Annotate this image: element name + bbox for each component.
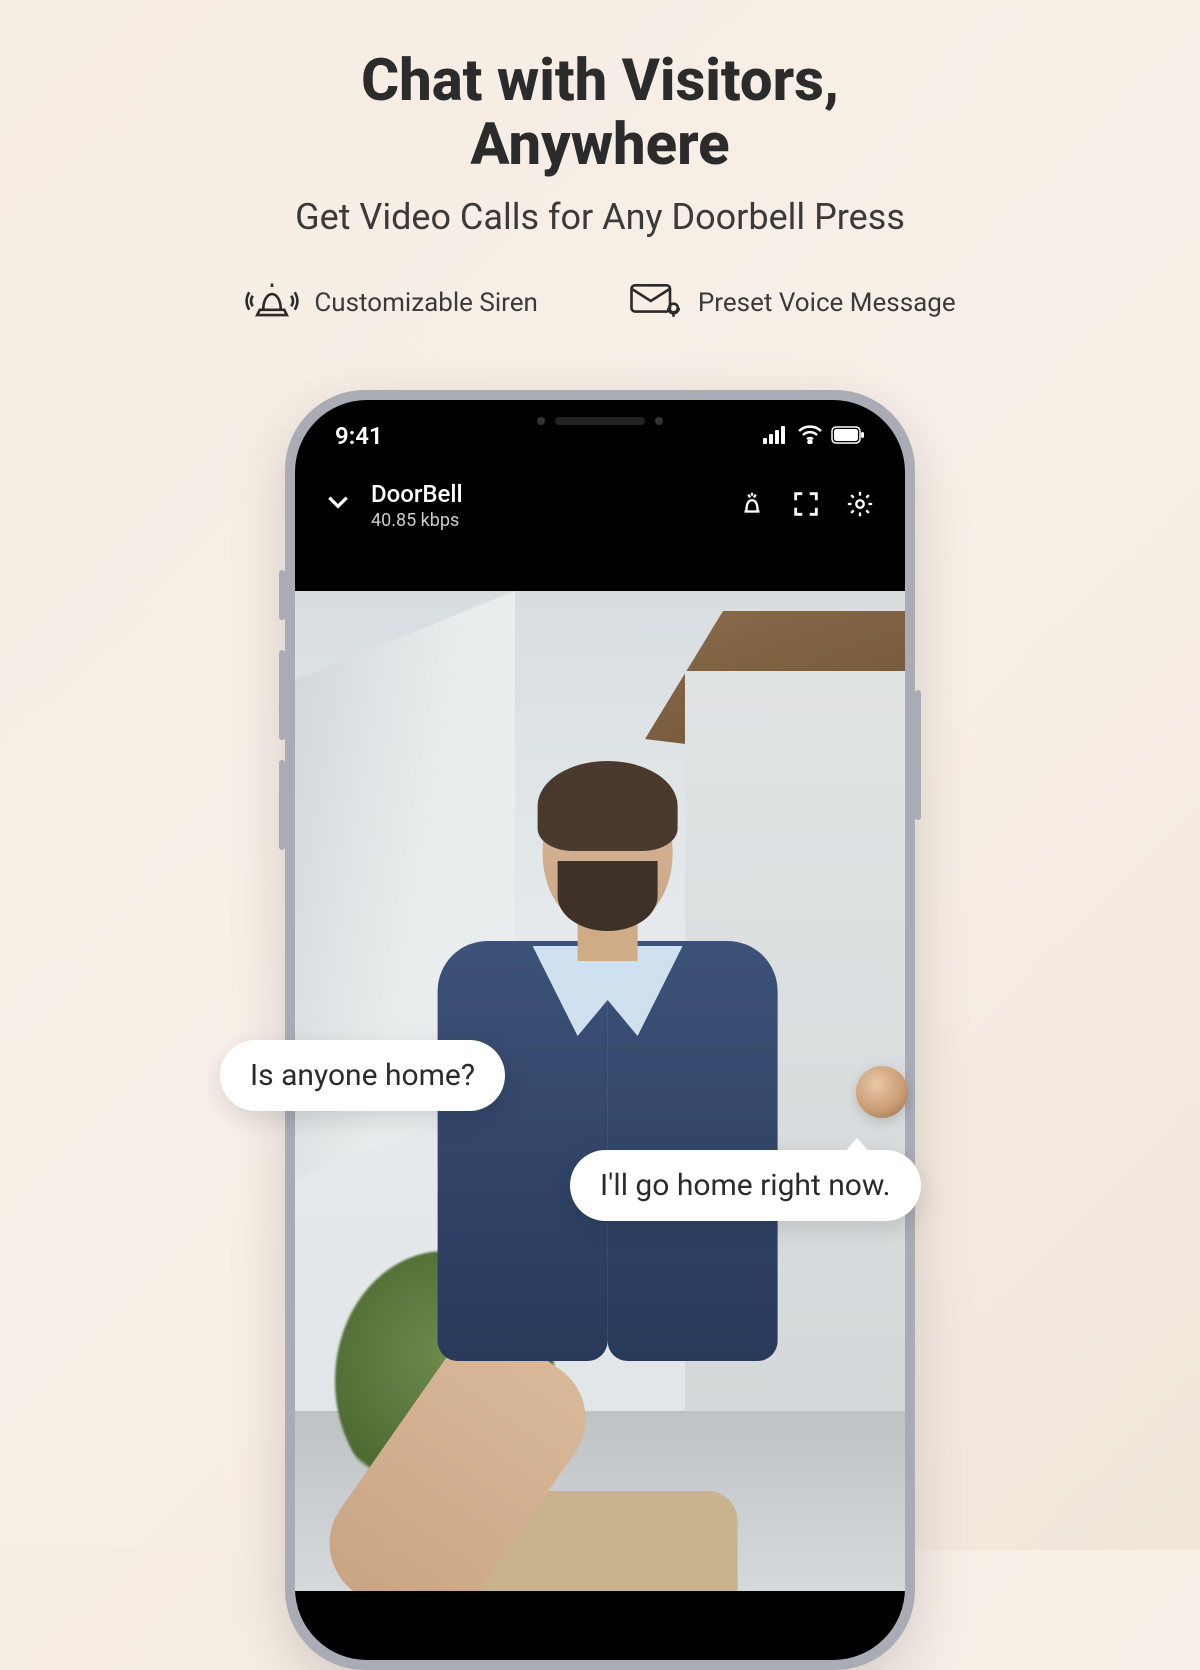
feature-voice-label: Preset Voice Message [698, 288, 956, 318]
feature-row: Customizable Siren Preset Voice Message [0, 278, 1200, 328]
siren-icon [244, 278, 300, 328]
phone-volume-up [279, 650, 285, 740]
hero-title: Chat with Visitors, Anywhere [0, 50, 1200, 178]
device-title: DoorBell [371, 480, 737, 508]
fullscreen-button[interactable] [791, 489, 821, 523]
phone-volume-down [279, 760, 285, 850]
feature-voice: Preset Voice Message [628, 278, 956, 328]
cellular-icon [763, 422, 789, 450]
siren-toggle-button[interactable] [737, 489, 767, 523]
phone-mute-switch [279, 570, 285, 620]
battery-icon [831, 422, 865, 450]
app-header: DoorBell 40.85 kbps [295, 450, 905, 551]
chat-bubble-visitor: Is anyone home? [220, 1040, 505, 1111]
feature-siren-label: Customizable Siren [314, 288, 538, 318]
hero-subtitle: Get Video Calls for Any Doorbell Press [0, 196, 1200, 238]
feature-siren: Customizable Siren [244, 278, 538, 328]
bitrate-label: 40.85 kbps [371, 510, 737, 531]
voice-message-icon [628, 278, 684, 328]
phone-frame: 9:41 [285, 390, 915, 1670]
phone-notch [485, 400, 715, 442]
wifi-icon [797, 422, 823, 450]
phone-power-button [915, 690, 921, 820]
back-button[interactable] [325, 489, 351, 522]
settings-button[interactable] [845, 489, 875, 523]
user-avatar [856, 1066, 908, 1118]
chat-bubble-reply: I'll go home right now. [570, 1150, 921, 1221]
status-time: 9:41 [335, 422, 383, 450]
